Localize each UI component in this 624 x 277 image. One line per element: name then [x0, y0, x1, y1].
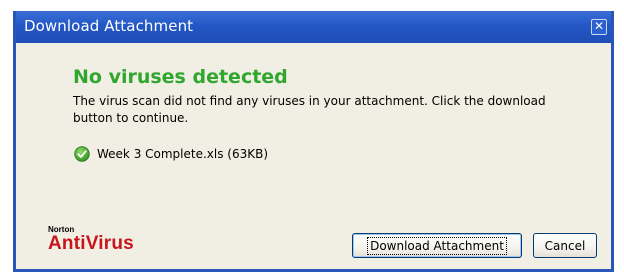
download-attachment-button[interactable]: Download Attachment	[352, 233, 522, 258]
cancel-button[interactable]: Cancel	[533, 233, 597, 258]
attachment-file-row: Week 3 Complete.xls (63KB)	[74, 145, 268, 163]
window-title: Download Attachment	[24, 17, 194, 35]
attachment-file-name: Week 3 Complete.xls (63KB)	[97, 147, 269, 161]
logo-brand-big: AntiVirus	[48, 233, 134, 254]
download-attachment-label: Download Attachment	[367, 236, 507, 255]
close-icon: ✕	[593, 19, 605, 33]
norton-antivirus-logo: Norton AntiVirus	[48, 225, 134, 254]
cancel-label: Cancel	[544, 238, 586, 253]
close-button[interactable]: ✕	[591, 19, 607, 35]
download-attachment-dialog: Download Attachment ✕ No viruses detecte…	[13, 11, 614, 272]
check-circle-icon	[74, 146, 90, 162]
status-heading: No viruses detected	[73, 66, 288, 88]
title-bar[interactable]: Download Attachment ✕	[16, 11, 611, 43]
status-message: The virus scan did not find any viruses …	[73, 94, 546, 125]
